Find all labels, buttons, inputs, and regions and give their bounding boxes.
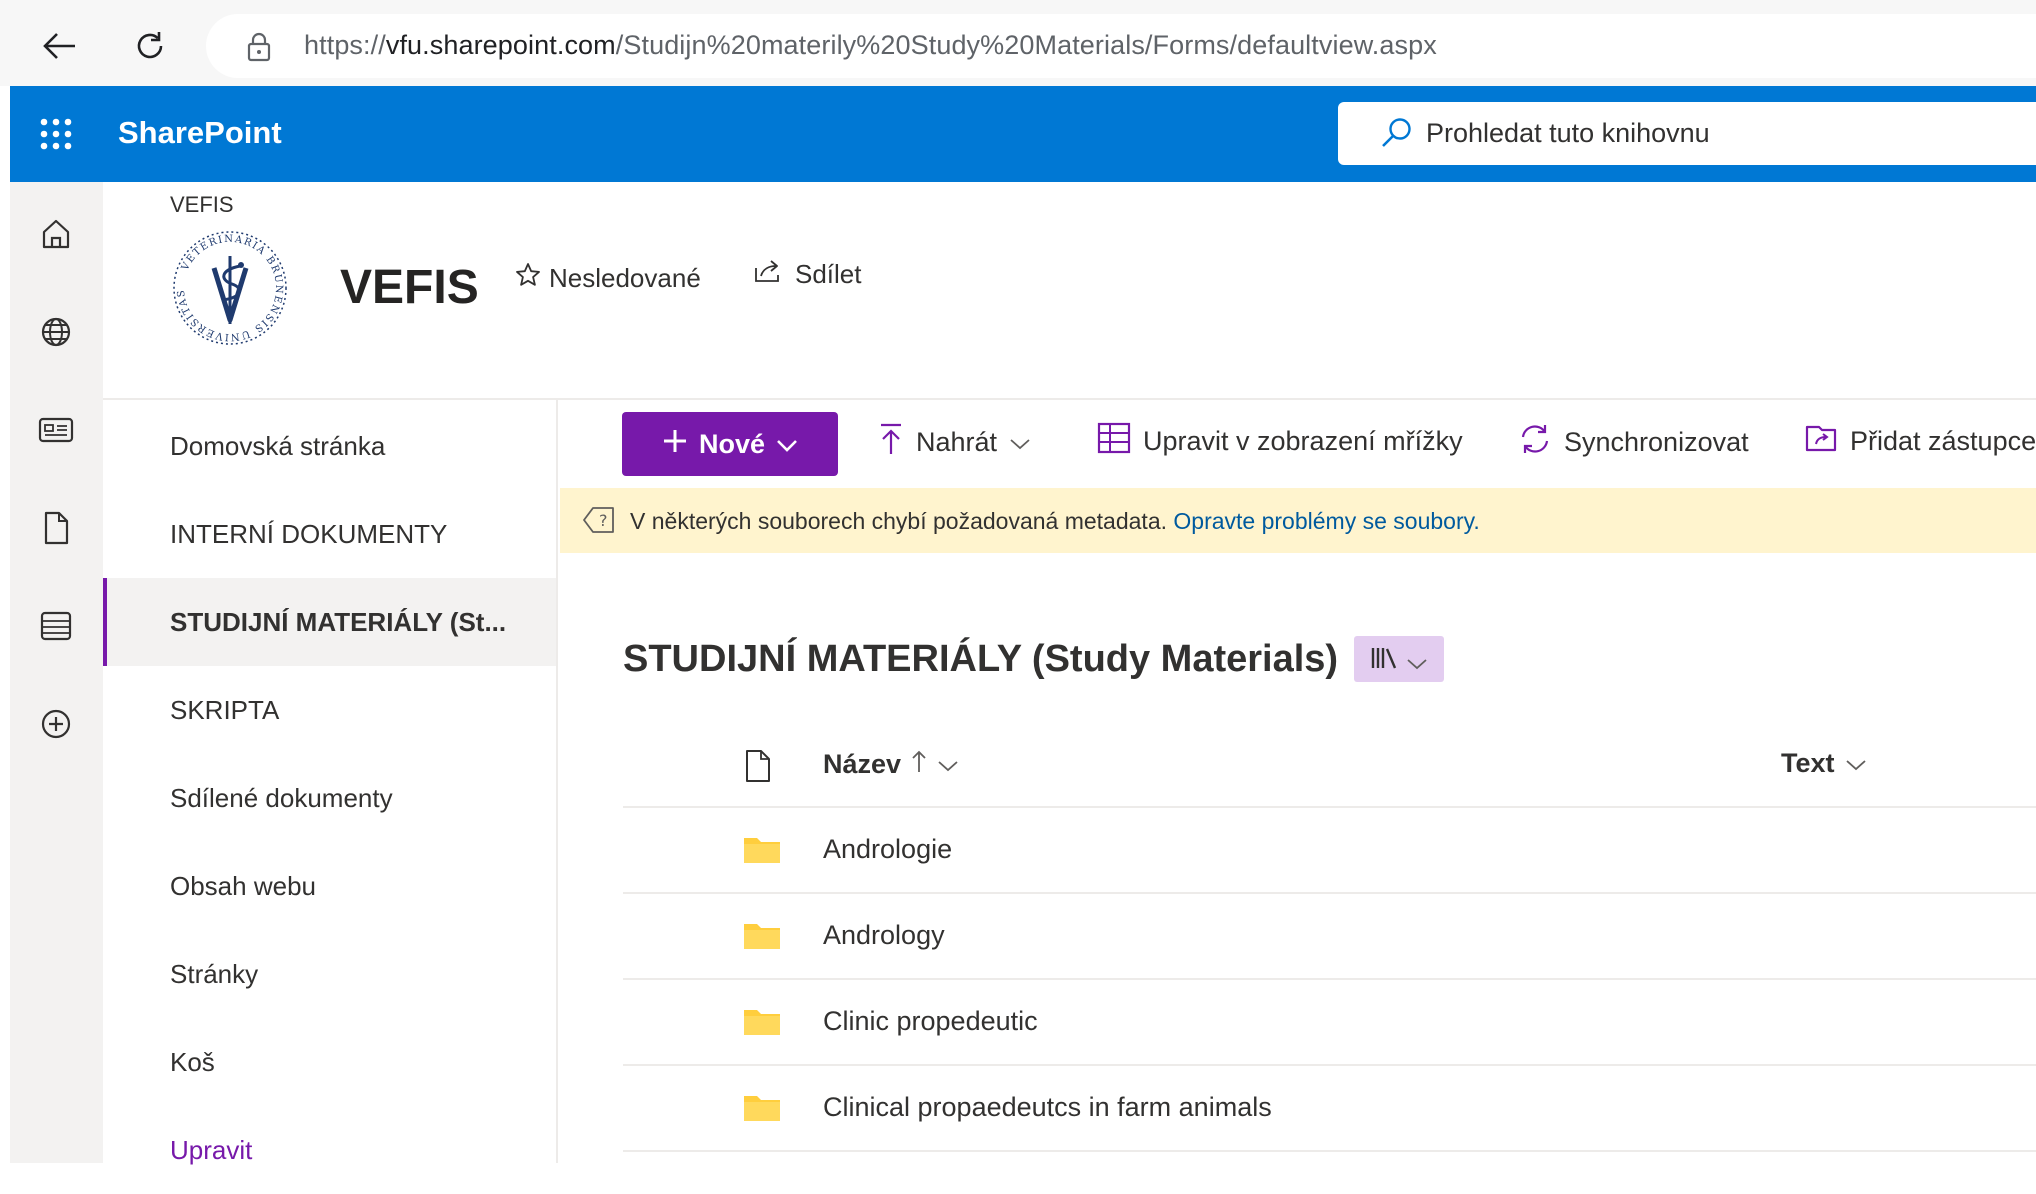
nav-item-site-contents[interactable]: Obsah webu xyxy=(103,842,556,930)
nav-item-label: Stránky xyxy=(170,958,259,989)
folder-icon xyxy=(743,920,781,950)
nav-item-home[interactable]: Domovská stránka xyxy=(103,402,556,490)
grid-icon xyxy=(1097,422,1131,461)
sort-up-arrow-icon xyxy=(911,748,927,781)
home-icon[interactable] xyxy=(34,212,78,256)
folder-icon xyxy=(743,834,781,864)
nav-item-label: Obsah webu xyxy=(170,870,316,901)
site-logo[interactable]: VETERINARIA BRUNENSIS UNIVERSITAS xyxy=(170,228,290,348)
view-switcher-button[interactable] xyxy=(1354,636,1445,682)
nav-item-label: Domovská stránka xyxy=(170,430,386,461)
library-title: STUDIJNÍ MATERIÁLY (Study Materials) xyxy=(623,637,1339,680)
share-label: Sdílet xyxy=(795,259,862,289)
list-row[interactable]: Andrologie xyxy=(623,808,2036,894)
site-title: VEFIS xyxy=(340,261,479,314)
list-icon[interactable] xyxy=(34,604,78,648)
sharepoint-brand[interactable]: SharePoint xyxy=(118,115,282,151)
nav-item-label: Koš xyxy=(170,1046,215,1077)
site-breadcrumb[interactable]: VEFIS xyxy=(170,192,234,218)
column-text-header[interactable]: Text xyxy=(1781,748,1867,779)
fix-problems-link[interactable]: Opravte problémy se soubory. xyxy=(1173,508,1479,534)
new-button[interactable]: Nové xyxy=(622,412,838,476)
url-prefix: https:// xyxy=(304,30,386,60)
browser-toolbar: https://vfu.sharepoint.com/Studijn%20mat… xyxy=(0,0,2036,86)
share-icon xyxy=(753,258,783,291)
add-shortcut-button[interactable]: Přidat zástupce xyxy=(1804,422,2036,461)
list-row[interactable]: Clinical propaedeutcs in farm animals xyxy=(623,1066,2036,1152)
edit-grid-view-button[interactable]: Upravit v zobrazení mřížky xyxy=(1097,422,1463,461)
list-row[interactable]: Andrology xyxy=(623,894,2036,980)
upload-button[interactable]: Nahrát xyxy=(878,422,1031,463)
search-placeholder: Prohledat tuto knihovnu xyxy=(1426,118,1710,148)
app-rail xyxy=(10,182,103,1163)
search-box[interactable]: Prohledat tuto knihovnu xyxy=(1338,102,2036,165)
upload-label: Nahrát xyxy=(916,427,998,457)
url-text: https://vfu.sharepoint.com/Studijn%20mat… xyxy=(304,30,1437,61)
plus-icon xyxy=(661,427,689,462)
back-arrow-icon[interactable] xyxy=(34,20,86,72)
shortcut-icon xyxy=(1804,422,1838,461)
folder-icon xyxy=(743,1006,781,1036)
search-icon xyxy=(1380,116,1414,155)
nav-edit-link[interactable]: Upravit xyxy=(103,1106,556,1194)
file-icon[interactable] xyxy=(34,506,78,550)
nav-item-label: SKRIPTA xyxy=(170,694,280,725)
folder-icon xyxy=(743,1092,781,1122)
library-title-area: STUDIJNÍ MATERIÁLY (Study Materials) xyxy=(623,636,1445,682)
metadata-warning-banner: ? V některých souborech chybí požadovaná… xyxy=(560,488,2036,553)
grid-label: Upravit v zobrazení mřížky xyxy=(1143,426,1463,456)
document-icon[interactable] xyxy=(743,748,773,789)
folder-name-link[interactable]: Andrology xyxy=(823,920,945,951)
command-bar: Nové Nahrát Upravit v zobrazení mřížky S… xyxy=(560,402,2036,488)
left-navigation: Domovská stránka INTERNÍ DOKUMENTY STUDI… xyxy=(103,400,558,1165)
warning-tag-icon: ? xyxy=(582,505,616,540)
chevron-down-icon xyxy=(937,749,959,780)
news-icon[interactable] xyxy=(34,408,78,452)
lock-icon[interactable] xyxy=(246,32,272,67)
sync-icon xyxy=(1518,422,1552,463)
nav-item-label: STUDIJNÍ MATERIÁLY (St... xyxy=(170,606,507,637)
nav-item-recycle-bin[interactable]: Koš xyxy=(103,1018,556,1106)
url-path: /Studijn%20materily%20Study%20Materials/… xyxy=(615,30,1437,60)
share-button[interactable]: Sdílet xyxy=(753,258,862,291)
chevron-down-icon xyxy=(1009,427,1031,458)
chevron-down-icon xyxy=(1406,638,1428,681)
nav-item-pages[interactable]: Stránky xyxy=(103,930,556,1018)
banner-message: V některých souborech chybí požadovaná m… xyxy=(630,508,1168,534)
folder-name-link[interactable]: Clinic propedeutic xyxy=(823,1006,1038,1037)
folder-name-link[interactable]: Andrologie xyxy=(823,834,952,865)
nav-item-label: Sdílené dokumenty xyxy=(170,782,393,813)
chevron-down-icon xyxy=(1845,748,1867,779)
shortcut-label: Přidat zástupce xyxy=(1850,426,2036,456)
add-circle-icon[interactable] xyxy=(34,702,78,746)
follow-label: Nesledované xyxy=(549,263,701,293)
waffle-icon[interactable] xyxy=(36,114,76,154)
nav-item-shared-documents[interactable]: Sdílené dokumenty xyxy=(103,754,556,842)
globe-icon[interactable] xyxy=(34,310,78,354)
sync-button[interactable]: Synchronizovat xyxy=(1518,422,1749,463)
follow-button[interactable]: Nesledované xyxy=(515,262,701,295)
list-column-header: Název Text xyxy=(623,728,2036,808)
nav-item-study-materials[interactable]: STUDIJNÍ MATERIÁLY (St... xyxy=(103,578,556,666)
nav-item-internal-documents[interactable]: INTERNÍ DOKUMENTY xyxy=(103,490,556,578)
column-name-label: Název xyxy=(823,749,902,779)
new-label: Nové xyxy=(698,428,766,459)
sync-label: Synchronizovat xyxy=(1564,427,1749,457)
nav-item-skripta[interactable]: SKRIPTA xyxy=(103,666,556,754)
suite-bar: SharePoint Prohledat tuto knihovnu xyxy=(10,86,2036,182)
svg-text:?: ? xyxy=(599,511,608,530)
address-bar[interactable]: https://vfu.sharepoint.com/Studijn%20mat… xyxy=(206,14,2036,78)
refresh-icon[interactable] xyxy=(124,20,176,72)
nav-item-label: Upravit xyxy=(170,1134,253,1165)
folder-name-link[interactable]: Clinical propaedeutcs in farm animals xyxy=(823,1092,1272,1123)
nav-item-label: INTERNÍ DOKUMENTY xyxy=(170,518,448,549)
column-name-header[interactable]: Název xyxy=(823,748,959,781)
url-host: vfu.sharepoint.com xyxy=(385,30,616,60)
library-view-icon xyxy=(1370,638,1400,681)
column-text-label: Text xyxy=(1781,748,1835,778)
star-icon xyxy=(515,262,541,295)
upload-icon xyxy=(878,422,904,463)
list-row[interactable]: Clinic propedeutic xyxy=(623,980,2036,1066)
chevron-down-icon xyxy=(775,429,799,460)
